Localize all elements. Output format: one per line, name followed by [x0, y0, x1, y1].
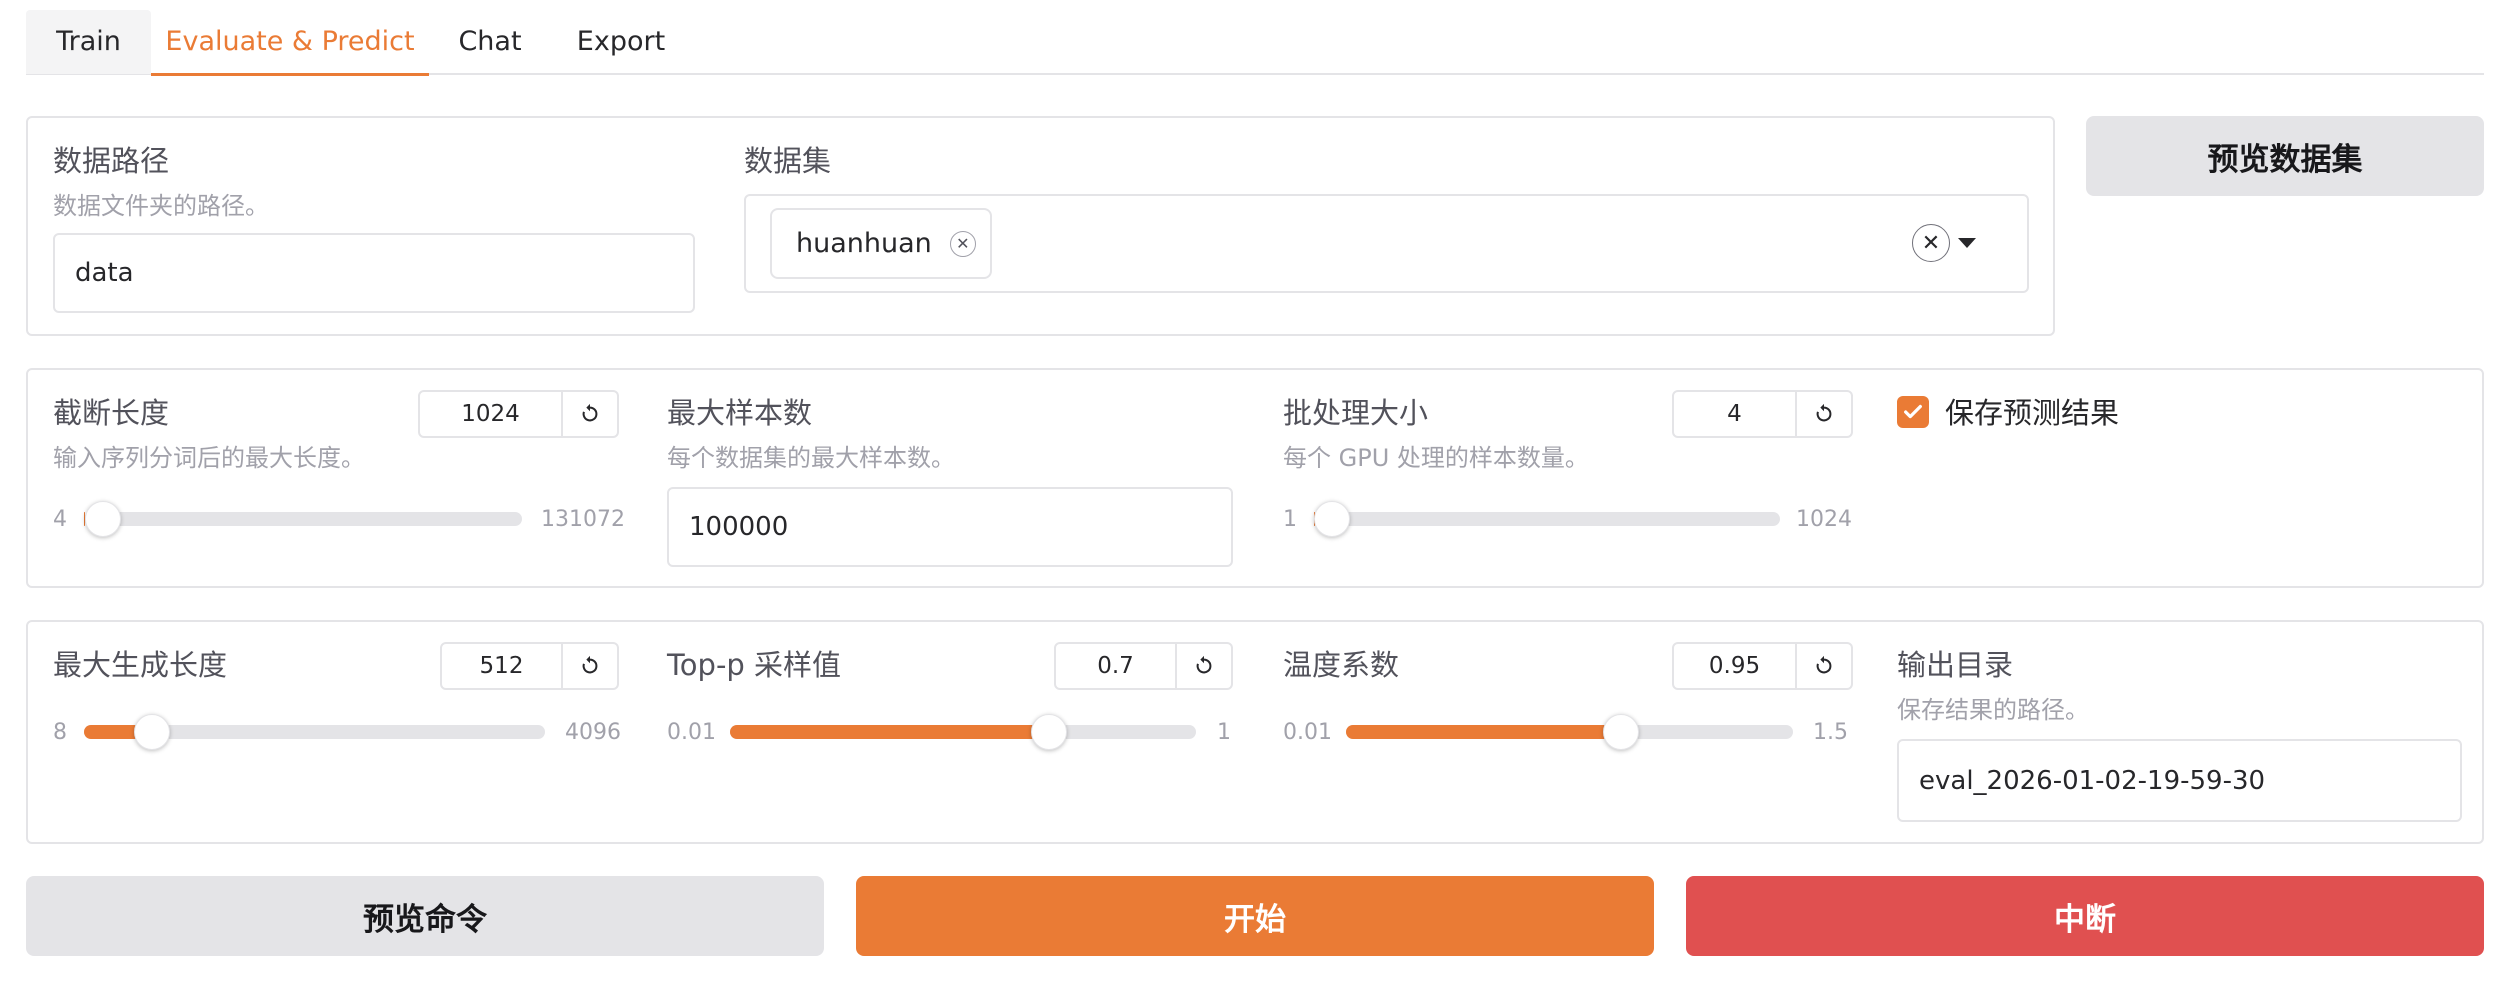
dataset-chip-label: huanhuan: [796, 228, 932, 259]
tab-train[interactable]: Train: [26, 10, 151, 74]
max-new-tokens-slider-thumb[interactable]: [134, 714, 170, 750]
predict-checkbox[interactable]: [1897, 396, 1929, 428]
cutoff-len-max: 131072: [541, 507, 625, 532]
data-path-info: 数据文件夹的路径。: [53, 192, 269, 220]
data-path-input[interactable]: data: [53, 233, 695, 313]
reset-icon: [1196, 655, 1212, 674]
batch-size-slider-thumb[interactable]: [1314, 501, 1350, 537]
temperature-slider-track[interactable]: [1346, 725, 1793, 739]
batch-size-info: 每个 GPU 处理的样本数量。: [1283, 444, 1589, 472]
clear-icon[interactable]: ✕: [1912, 224, 1950, 262]
batch-size-label: 批处理大小: [1283, 396, 1429, 430]
max-new-tokens-max: 4096: [565, 720, 621, 745]
batch-size-min: 1: [1283, 507, 1297, 532]
top-p-min: 0.01: [667, 720, 716, 745]
preview-dataset-button[interactable]: 预览数据集: [2086, 116, 2484, 196]
stop-button[interactable]: 中断: [1686, 876, 2484, 956]
temperature-max: 1.5: [1813, 720, 1848, 745]
temperature-slider-thumb[interactable]: [1603, 714, 1639, 750]
top-p-slider-track[interactable]: [730, 725, 1196, 739]
tab-evaluate-predict[interactable]: Evaluate & Predict: [151, 10, 429, 76]
predict-checkbox-label[interactable]: 保存预测结果: [1945, 390, 2119, 432]
dataset-label: 数据集: [744, 144, 832, 178]
cutoff-len-slider-track[interactable]: [84, 512, 522, 526]
max-samples-input[interactable]: 100000: [667, 487, 1233, 567]
data-path-label: 数据路径: [53, 144, 170, 178]
reset-icon: [1816, 403, 1832, 422]
chevron-down-icon[interactable]: [1958, 238, 1976, 248]
temperature-label: 温度系数: [1283, 648, 1400, 682]
tab-export[interactable]: Export: [551, 10, 691, 74]
cutoff-len-slider-thumb[interactable]: [85, 501, 121, 537]
batch-size-max: 1024: [1796, 507, 1852, 532]
top-p-number[interactable]: 0.7: [1054, 642, 1177, 690]
top-p-label: Top-p 采样值: [667, 648, 842, 682]
dataset-chip[interactable]: huanhuan ✕: [770, 208, 992, 279]
reset-icon: [582, 403, 598, 422]
cutoff-len-reset-button[interactable]: [563, 390, 619, 438]
output-dir-info: 保存结果的路径。: [1897, 696, 2089, 724]
top-p-slider-fill: [730, 725, 1055, 739]
max-new-tokens-reset-button[interactable]: [563, 642, 619, 690]
batch-size-reset-button[interactable]: [1797, 390, 1853, 438]
check-icon: [1904, 404, 1922, 419]
top-p-reset-button[interactable]: [1177, 642, 1233, 690]
cutoff-len-number[interactable]: 1024: [418, 390, 563, 438]
cutoff-len-min: 4: [53, 507, 67, 532]
cutoff-len-info: 输入序列分词后的最大长度。: [53, 444, 365, 472]
cutoff-len-label: 截断长度: [53, 396, 170, 430]
start-button[interactable]: 开始: [856, 876, 1654, 956]
temperature-slider-fill: [1346, 725, 1629, 739]
max-samples-label: 最大样本数: [667, 396, 813, 430]
output-dir-input[interactable]: eval_2026-01-02-19-59-30: [1897, 739, 2462, 822]
max-samples-info: 每个数据集的最大样本数。: [667, 444, 955, 472]
max-new-tokens-label: 最大生成长度: [53, 648, 228, 682]
batch-size-number[interactable]: 4: [1672, 390, 1797, 438]
output-dir-label: 输出目录: [1897, 648, 2014, 682]
max-new-tokens-number[interactable]: 512: [440, 642, 563, 690]
temperature-min: 0.01: [1283, 720, 1332, 745]
tab-chat[interactable]: Chat: [429, 10, 551, 74]
reset-icon: [1816, 655, 1832, 674]
max-new-tokens-min: 8: [53, 720, 67, 745]
preview-command-button[interactable]: 预览命令: [26, 876, 824, 956]
reset-icon: [582, 655, 598, 674]
top-p-slider-thumb[interactable]: [1031, 714, 1067, 750]
top-p-max: 1: [1217, 720, 1231, 745]
chip-remove-icon[interactable]: ✕: [949, 230, 976, 257]
batch-size-slider-track[interactable]: [1314, 512, 1780, 526]
temperature-reset-button[interactable]: [1797, 642, 1853, 690]
temperature-number[interactable]: 0.95: [1672, 642, 1797, 690]
max-new-tokens-slider-fill: [84, 725, 141, 739]
